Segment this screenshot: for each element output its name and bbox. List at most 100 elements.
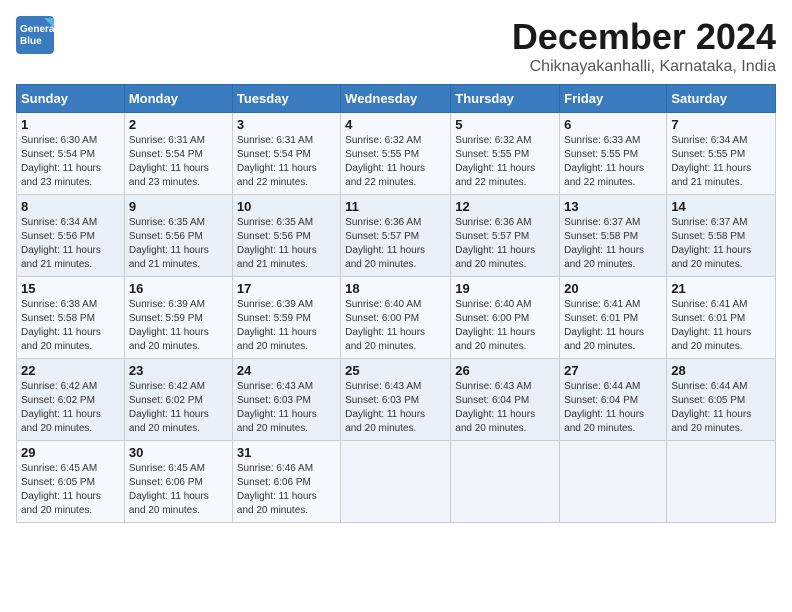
day-number: 22 [21,363,120,378]
day-number: 6 [564,117,662,132]
day-info: Sunrise: 6:36 AM Sunset: 5:57 PM Dayligh… [345,216,446,272]
calendar-cell: 31 Sunrise: 6:46 AM Sunset: 6:06 PM Dayli… [232,441,340,523]
day-number: 2 [129,117,228,132]
calendar-cell: 18 Sunrise: 6:40 AM Sunset: 6:00 PM Dayli… [341,277,451,359]
day-info: Sunrise: 6:30 AM Sunset: 5:54 PM Dayligh… [21,134,120,190]
day-number: 3 [237,117,336,132]
day-number: 13 [564,199,662,214]
logo-icon: General Blue [16,16,56,54]
calendar-cell: 8Sunrise: 6:34 AM Sunset: 5:56 PM Daylig… [17,195,125,277]
calendar-cell: 9Sunrise: 6:35 AM Sunset: 5:56 PM Daylig… [124,195,232,277]
day-info: Sunrise: 6:32 AM Sunset: 5:55 PM Dayligh… [345,134,446,190]
calendar-cell: 3 Sunrise: 6:31 AM Sunset: 5:54 PM Daylig… [232,113,340,195]
location-subtitle: Chiknayakanhalli, Karnataka, India [512,58,776,76]
day-number: 4 [345,117,446,132]
calendar-cell: 4 Sunrise: 6:32 AM Sunset: 5:55 PM Daylig… [341,113,451,195]
calendar-cell: 17Sunrise: 6:39 AM Sunset: 5:59 PM Dayli… [232,277,340,359]
day-info: Sunrise: 6:39 AM Sunset: 5:59 PM Dayligh… [129,298,228,354]
calendar-cell: 15Sunrise: 6:38 AM Sunset: 5:58 PM Dayli… [17,277,125,359]
day-info: Sunrise: 6:45 AM Sunset: 6:06 PM Dayligh… [129,462,228,518]
svg-text:Blue: Blue [20,36,42,47]
day-number: 11 [345,199,446,214]
day-header-thursday: Thursday [451,85,560,113]
day-header-sunday: Sunday [17,85,125,113]
day-header-tuesday: Tuesday [232,85,340,113]
day-header-friday: Friday [560,85,667,113]
day-header-wednesday: Wednesday [341,85,451,113]
calendar-cell: 6Sunrise: 6:33 AM Sunset: 5:55 PM Daylig… [560,113,667,195]
calendar-cell: 7 Sunrise: 6:34 AM Sunset: 5:55 PM Daylig… [667,113,776,195]
day-number: 24 [237,363,336,378]
page-header: General Blue December 2024 Chiknayakanha… [16,16,776,76]
calendar-week-5: 29Sunrise: 6:45 AM Sunset: 6:05 PM Dayli… [17,441,776,523]
calendar-header-row: SundayMondayTuesdayWednesdayThursdayFrid… [17,85,776,113]
calendar-cell: 30 Sunrise: 6:45 AM Sunset: 6:06 PM Dayli… [124,441,232,523]
calendar-week-4: 22 Sunrise: 6:42 AM Sunset: 6:02 PM Dayli… [17,359,776,441]
day-number: 7 [671,117,771,132]
day-info: Sunrise: 6:41 AM Sunset: 6:01 PM Dayligh… [671,298,771,354]
calendar-cell: 29Sunrise: 6:45 AM Sunset: 6:05 PM Dayli… [17,441,125,523]
day-number: 12 [455,199,555,214]
calendar-cell: 5 Sunrise: 6:32 AM Sunset: 5:55 PM Daylig… [451,113,560,195]
calendar-cell: 23Sunrise: 6:42 AM Sunset: 6:02 PM Dayli… [124,359,232,441]
day-info: Sunrise: 6:37 AM Sunset: 5:58 PM Dayligh… [564,216,662,272]
day-number: 15 [21,281,120,296]
day-number: 20 [564,281,662,296]
calendar-week-3: 15Sunrise: 6:38 AM Sunset: 5:58 PM Dayli… [17,277,776,359]
calendar-cell: 28Sunrise: 6:44 AM Sunset: 6:05 PM Dayli… [667,359,776,441]
day-info: Sunrise: 6:44 AM Sunset: 6:05 PM Dayligh… [671,380,771,436]
day-number: 31 [237,445,336,460]
day-number: 25 [345,363,446,378]
day-info: Sunrise: 6:31 AM Sunset: 5:54 PM Dayligh… [237,134,336,190]
calendar-week-2: 8Sunrise: 6:34 AM Sunset: 5:56 PM Daylig… [17,195,776,277]
calendar-cell: 24 Sunrise: 6:43 AM Sunset: 6:03 PM Dayli… [232,359,340,441]
day-info: Sunrise: 6:32 AM Sunset: 5:55 PM Dayligh… [455,134,555,190]
day-info: Sunrise: 6:40 AM Sunset: 6:00 PM Dayligh… [455,298,555,354]
day-number: 5 [455,117,555,132]
calendar-cell [451,441,560,523]
day-info: Sunrise: 6:46 AM Sunset: 6:06 PM Dayligh… [237,462,336,518]
day-info: Sunrise: 6:45 AM Sunset: 6:05 PM Dayligh… [21,462,120,518]
day-number: 1 [21,117,120,132]
day-number: 14 [671,199,771,214]
day-info: Sunrise: 6:41 AM Sunset: 6:01 PM Dayligh… [564,298,662,354]
day-info: Sunrise: 6:35 AM Sunset: 5:56 PM Dayligh… [129,216,228,272]
day-info: Sunrise: 6:43 AM Sunset: 6:03 PM Dayligh… [237,380,336,436]
calendar-cell: 10 Sunrise: 6:35 AM Sunset: 5:56 PM Dayli… [232,195,340,277]
day-number: 10 [237,199,336,214]
month-title: December 2024 [512,16,776,58]
title-block: December 2024 Chiknayakanhalli, Karnatak… [512,16,776,76]
calendar-cell: 16 Sunrise: 6:39 AM Sunset: 5:59 PM Dayli… [124,277,232,359]
day-info: Sunrise: 6:43 AM Sunset: 6:04 PM Dayligh… [455,380,555,436]
calendar-cell [667,441,776,523]
day-number: 23 [129,363,228,378]
day-info: Sunrise: 6:43 AM Sunset: 6:03 PM Dayligh… [345,380,446,436]
day-info: Sunrise: 6:37 AM Sunset: 5:58 PM Dayligh… [671,216,771,272]
day-header-monday: Monday [124,85,232,113]
day-number: 18 [345,281,446,296]
day-number: 16 [129,281,228,296]
day-number: 30 [129,445,228,460]
day-header-saturday: Saturday [667,85,776,113]
calendar-cell: 26Sunrise: 6:43 AM Sunset: 6:04 PM Dayli… [451,359,560,441]
calendar-cell: 20 Sunrise: 6:41 AM Sunset: 6:01 PM Dayli… [560,277,667,359]
calendar-cell: 14 Sunrise: 6:37 AM Sunset: 5:58 PM Dayli… [667,195,776,277]
calendar-cell: 21 Sunrise: 6:41 AM Sunset: 6:01 PM Dayli… [667,277,776,359]
calendar-cell: 13 Sunrise: 6:37 AM Sunset: 5:58 PM Dayli… [560,195,667,277]
day-info: Sunrise: 6:40 AM Sunset: 6:00 PM Dayligh… [345,298,446,354]
logo: General Blue [16,16,56,54]
day-info: Sunrise: 6:34 AM Sunset: 5:56 PM Dayligh… [21,216,120,272]
day-info: Sunrise: 6:31 AM Sunset: 5:54 PM Dayligh… [129,134,228,190]
calendar-table: SundayMondayTuesdayWednesdayThursdayFrid… [16,84,776,523]
calendar-cell: 2 Sunrise: 6:31 AM Sunset: 5:54 PM Daylig… [124,113,232,195]
calendar-cell: 19 Sunrise: 6:40 AM Sunset: 6:00 PM Dayli… [451,277,560,359]
day-number: 17 [237,281,336,296]
day-number: 19 [455,281,555,296]
day-number: 21 [671,281,771,296]
day-info: Sunrise: 6:35 AM Sunset: 5:56 PM Dayligh… [237,216,336,272]
day-info: Sunrise: 6:34 AM Sunset: 5:55 PM Dayligh… [671,134,771,190]
calendar-week-1: 1 Sunrise: 6:30 AM Sunset: 5:54 PM Daylig… [17,113,776,195]
calendar-cell: 11 Sunrise: 6:36 AM Sunset: 5:57 PM Dayli… [341,195,451,277]
day-info: Sunrise: 6:42 AM Sunset: 6:02 PM Dayligh… [21,380,120,436]
day-number: 27 [564,363,662,378]
